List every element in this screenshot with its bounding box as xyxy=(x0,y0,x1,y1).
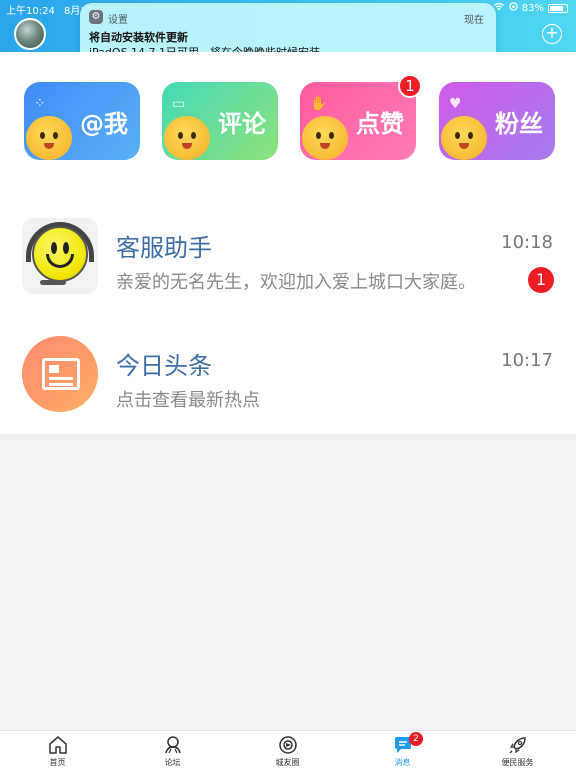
tab-label: 便民服务 xyxy=(501,758,534,767)
tab-services[interactable]: 便民服务 xyxy=(460,731,575,768)
tile-comments[interactable]: ▭ 评论 xyxy=(162,82,278,160)
add-button[interactable]: + xyxy=(542,24,562,44)
message-title: 客服助手 xyxy=(116,234,212,262)
orientation-lock-icon xyxy=(509,2,518,14)
status-time: 上午10:24 xyxy=(6,6,55,17)
tab-label: 消息 xyxy=(394,758,411,767)
plus-icon: + xyxy=(545,23,559,42)
heart-icon: ♥ xyxy=(449,96,462,112)
tile-label: 评论 xyxy=(218,110,266,138)
message-row-headlines[interactable]: 今日头条 10:17 点击查看最新热点 xyxy=(0,322,576,422)
user-avatar[interactable] xyxy=(14,18,46,50)
message-time: 10:18 xyxy=(501,232,553,253)
tab-label: 首页 xyxy=(49,758,66,767)
message-row-support[interactable]: 客服助手 10:18 亲爱的无名先生，欢迎加入爱上城口大家庭。 1 xyxy=(0,204,576,304)
thumbs-up-icon: ✋ xyxy=(310,96,328,112)
message-title: 今日头条 xyxy=(116,352,212,380)
tile-label: 粉丝 xyxy=(495,110,543,138)
tile-label: 点赞 xyxy=(356,110,404,138)
customer-support-smiley-icon xyxy=(22,218,98,294)
heart-face-icon xyxy=(441,116,487,160)
message-preview: 点击查看最新热点 xyxy=(116,390,260,411)
battery-icon xyxy=(548,3,568,13)
unread-badge: 1 xyxy=(528,267,554,293)
tile-likes[interactable]: ✋ 点赞 1 xyxy=(300,74,422,160)
notification-app-name: 设置 xyxy=(108,15,128,26)
newspaper-icon xyxy=(22,336,98,412)
messages-tab-badge: 2 xyxy=(409,732,423,746)
tab-city-circle[interactable]: 城友圈 xyxy=(230,731,345,768)
circle-icon xyxy=(278,736,297,754)
winking-face-icon xyxy=(302,116,348,160)
message-time: 10:17 xyxy=(501,350,553,371)
tab-home[interactable]: 首页 xyxy=(0,731,115,768)
message-preview: 亲爱的无名先生，欢迎加入爱上城口大家庭。 xyxy=(116,272,476,293)
notification-time: 现在 xyxy=(464,15,484,26)
forum-icon xyxy=(164,736,181,754)
status-right: 83% xyxy=(493,2,568,14)
tab-label: 论坛 xyxy=(164,758,181,767)
rocket-icon xyxy=(509,737,526,754)
messages-main: ⁘ @我 ▭ 评论 ✋ 点赞 1 ♥ 粉丝 客服助手 10:18 亲爱的无名先生… xyxy=(0,52,576,434)
likes-badge: 1 xyxy=(398,74,422,98)
tile-mentions[interactable]: ⁘ @我 xyxy=(24,82,140,160)
bottom-tab-bar: 首页 论坛 城友圈 2 消息 便民服务 xyxy=(0,730,576,768)
surprised-face-icon xyxy=(26,116,72,160)
tab-forum[interactable]: 论坛 xyxy=(115,731,230,768)
tab-messages[interactable]: 2 消息 xyxy=(345,731,460,768)
tile-label: @我 xyxy=(80,110,128,138)
notification-title: 将自动安装软件更新 xyxy=(89,31,188,44)
tab-label: 城友圈 xyxy=(275,758,300,767)
home-icon xyxy=(48,736,67,754)
tile-fans[interactable]: ♥ 粉丝 xyxy=(439,82,555,160)
chat-bubble-icon: ▭ xyxy=(172,96,186,112)
happy-face-icon xyxy=(164,116,210,160)
settings-gear-icon: ⚙ xyxy=(89,10,103,24)
battery-percent: 83% xyxy=(521,2,544,14)
category-tiles: ⁘ @我 ▭ 评论 ✋ 点赞 1 ♥ 粉丝 xyxy=(0,74,576,160)
sparkle-icon: ⁘ xyxy=(34,96,46,112)
